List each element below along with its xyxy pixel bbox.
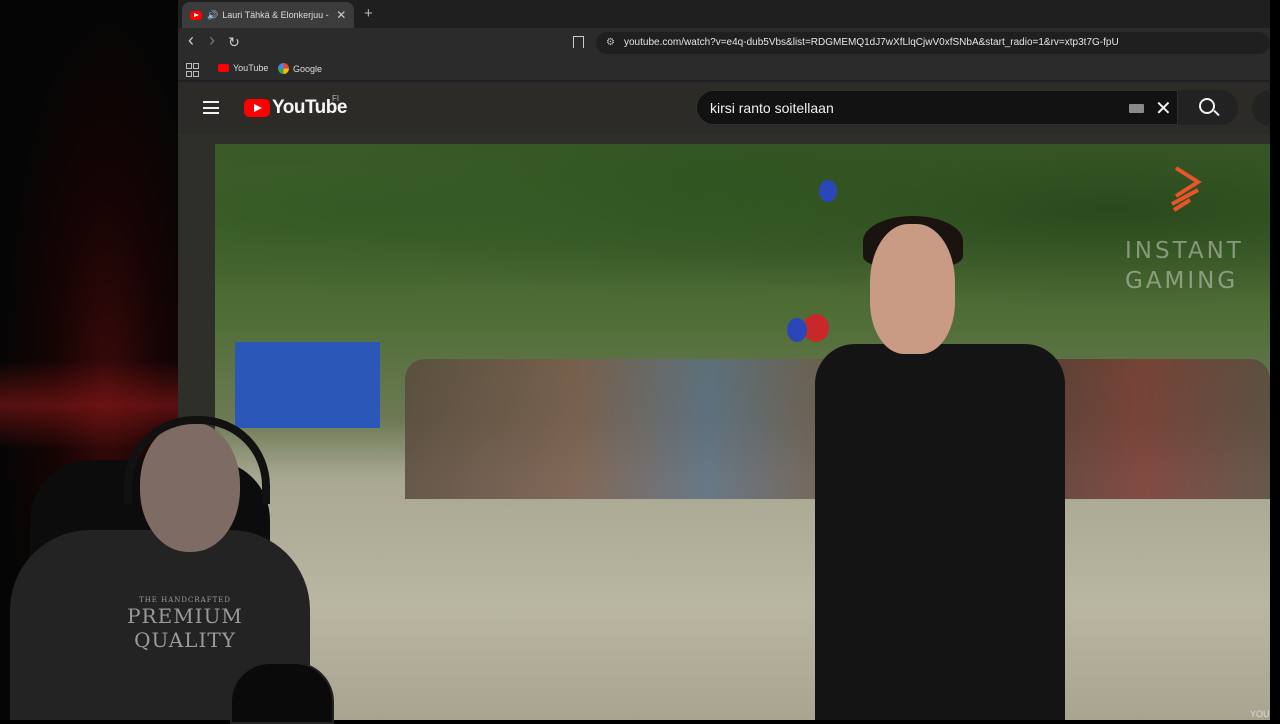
search-button[interactable] — [1178, 90, 1238, 125]
performer-head — [870, 224, 955, 354]
address-bar[interactable]: ⚙ youtube.com/watch?v=e4q-dub5Vbs&list=R… — [596, 32, 1270, 54]
google-icon — [278, 63, 289, 74]
reload-button[interactable]: ↻ — [225, 34, 243, 51]
tab-title: Lauri Tähkä & Elonkerjuu - Su — [222, 10, 331, 20]
video-trees — [215, 144, 1270, 364]
keyboard-icon[interactable] — [1129, 104, 1144, 113]
search-icon — [1199, 98, 1215, 114]
video-player[interactable]: INSTANT GAMING YOU — [215, 144, 1270, 720]
country-code: FI — [332, 94, 340, 103]
youtube-play-logo-icon — [244, 99, 270, 117]
menu-icon[interactable] — [203, 101, 219, 114]
instant-gaming-watermark: INSTANT GAMING — [1125, 236, 1244, 296]
shirt-small-text: THE HANDCRAFTED — [139, 596, 231, 604]
video-performer — [815, 216, 1075, 720]
back-button[interactable]: ‹ — [182, 30, 200, 51]
bookmark-youtube-label: YouTube — [233, 63, 269, 73]
bookmark-google-label: Google — [293, 63, 323, 74]
forward-button[interactable]: › — [203, 30, 221, 51]
speaker-icon[interactable]: 🔊 — [207, 10, 218, 21]
headset-icon — [124, 416, 270, 504]
balloon-blue — [819, 180, 837, 202]
youtube-favicon-icon — [190, 10, 202, 20]
apps-grid-icon[interactable] — [186, 63, 199, 77]
webcam-overlay: THE HANDCRAFTED PREMIUM QUALITY — [0, 400, 340, 724]
search-box[interactable]: kirsi ranto soitellaan ✕ — [696, 90, 1178, 125]
balloon-blue-2 — [787, 318, 807, 342]
search-input[interactable]: kirsi ranto soitellaan — [710, 100, 834, 116]
player-corner-text: YOU — [1250, 709, 1270, 719]
youtube-page: YouTube FI kirsi ranto soitellaan ✕ INST… — [178, 82, 1270, 720]
new-tab-button[interactable]: + — [364, 5, 373, 22]
shirt-print: THE HANDCRAFTED PREMIUM QUALITY — [100, 596, 270, 652]
bookmark-icon[interactable] — [573, 36, 584, 48]
instant-gaming-logo-icon — [1171, 166, 1202, 212]
browser-toolbar: ‹ › ↻ ⚙ youtube.com/watch?v=e4q-dub5Vbs&… — [178, 28, 1270, 58]
shirt-line-2: QUALITY — [134, 628, 236, 652]
url-text[interactable]: youtube.com/watch?v=e4q-dub5Vbs&list=RDG… — [624, 37, 1119, 48]
steering-wheel — [230, 662, 334, 724]
bookmark-youtube[interactable]: YouTube — [218, 63, 268, 73]
youtube-icon — [218, 64, 229, 72]
watermark-line-2: GAMING — [1125, 268, 1239, 294]
youtube-masthead: YouTube FI kirsi ranto soitellaan ✕ — [178, 82, 1270, 134]
shirt-line-1: PREMIUM — [127, 604, 243, 628]
tab-close-icon[interactable]: ✕ — [336, 8, 346, 22]
performer-body — [815, 344, 1065, 720]
site-info-icon[interactable]: ⚙ — [606, 37, 615, 48]
clear-search-icon[interactable]: ✕ — [1155, 96, 1172, 121]
bookmark-google[interactable]: Google — [278, 63, 322, 74]
bookmarks-bar: YouTube Google — [178, 58, 1270, 80]
watermark-line-1: INSTANT — [1125, 238, 1244, 264]
voice-search-button[interactable] — [1252, 90, 1270, 126]
tab-strip: 🔊 Lauri Tähkä & Elonkerjuu - Su ✕ + — [178, 0, 1270, 28]
tab-active[interactable]: 🔊 Lauri Tähkä & Elonkerjuu - Su ✕ — [182, 2, 354, 28]
browser-window: 🔊 Lauri Tähkä & Elonkerjuu - Su ✕ + ‹ › … — [178, 0, 1270, 720]
